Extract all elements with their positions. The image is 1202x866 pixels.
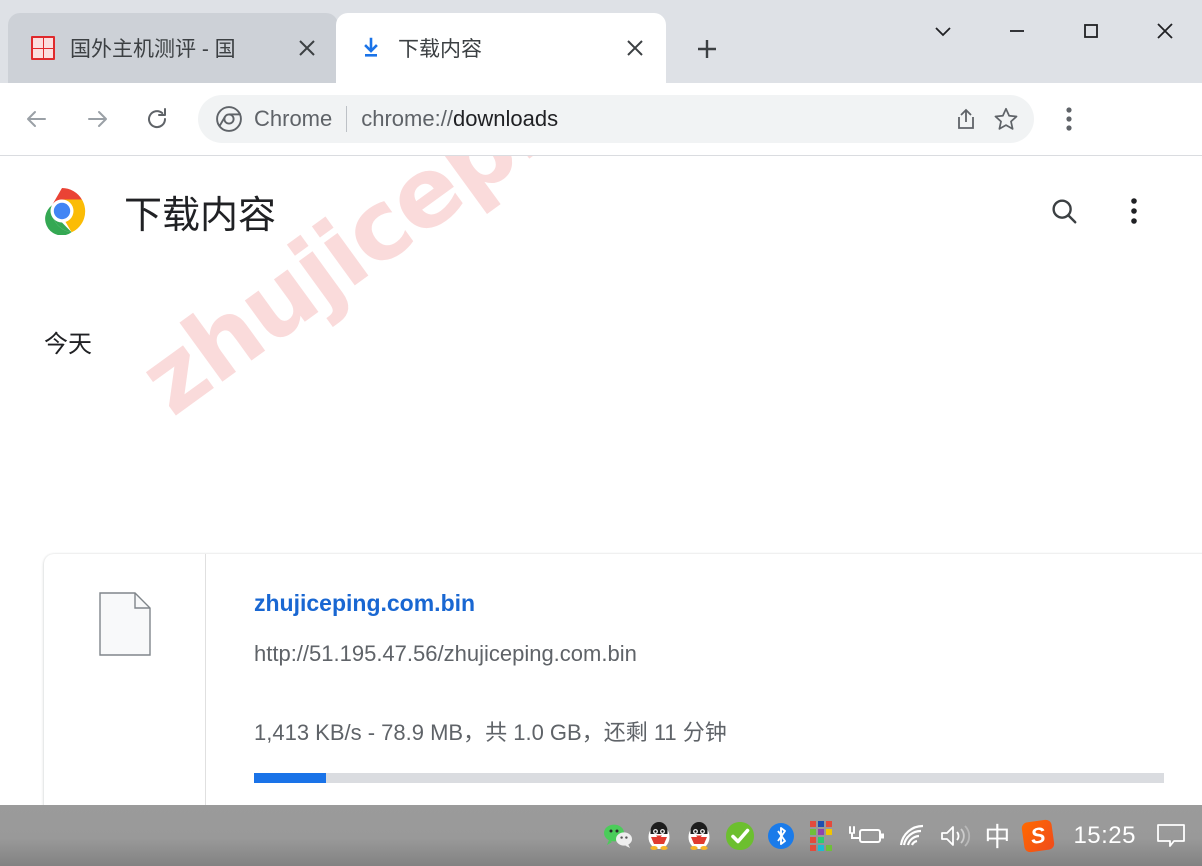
volume-tray-icon[interactable]: [933, 813, 977, 859]
site-favicon-red: [30, 35, 56, 61]
tab-strip: 国外主机测评 - 国 下载内容: [0, 0, 1202, 83]
close-button[interactable]: [1128, 0, 1202, 62]
download-status-text: 1,413 KB/s - 78.9 MB，共 1.0 GB，还剩 11 分钟: [254, 720, 727, 745]
download-item-card: zhujiceping.com.bin http://51.195.47.56/…: [44, 554, 1202, 805]
downloads-header-actions: [1020, 185, 1160, 237]
sogou-tray-icon[interactable]: S: [1017, 813, 1059, 859]
minimize-button[interactable]: [980, 0, 1054, 62]
tab-close-icon-site[interactable]: [290, 31, 324, 65]
page-title: 下载内容: [124, 194, 277, 237]
bluetooth-tray-icon[interactable]: [761, 813, 801, 859]
downloads-page: zhujiceping.com 下载内容: [0, 156, 1202, 805]
tab-close-icon-downloads[interactable]: [618, 31, 652, 65]
taskbar-clock[interactable]: 15:25: [1059, 813, 1150, 859]
forward-button[interactable]: [74, 96, 120, 142]
omnibox-url-path: downloads: [452, 106, 559, 131]
color-grid-tray-icon[interactable]: [801, 813, 841, 859]
browser-menu-button[interactable]: [1046, 96, 1092, 142]
address-bar[interactable]: Chrome chrome://downloads: [198, 95, 1034, 143]
download-filename-link[interactable]: zhujiceping.com.bin: [254, 590, 475, 617]
download-progress-fill: [254, 773, 326, 783]
tab-search-button[interactable]: [906, 0, 980, 62]
downloads-header: 下载内容: [0, 156, 1202, 266]
share-icon[interactable]: [946, 99, 986, 139]
omnibox-url: chrome://downloads: [361, 106, 946, 132]
tab-title-site: 国外主机测评 - 国: [70, 38, 236, 61]
browser-window: 国外主机测评 - 国 下载内容 Chrome chrome://download…: [0, 0, 1202, 866]
search-icon[interactable]: [1038, 185, 1090, 237]
more-vertical-icon[interactable]: [1108, 185, 1160, 237]
qq-tray-icon-1[interactable]: [639, 813, 679, 859]
tab-downloads[interactable]: 下载内容: [336, 13, 666, 83]
qq-tray-icon-2[interactable]: [679, 813, 719, 859]
tab-site[interactable]: 国外主机测评 - 国: [8, 13, 338, 83]
chrome-logo-icon: [216, 106, 242, 132]
download-details: zhujiceping.com.bin http://51.195.47.56/…: [206, 554, 1202, 805]
window-controls: [906, 0, 1202, 62]
new-tab-button[interactable]: [686, 28, 728, 70]
generic-file-icon: [98, 592, 151, 661]
ime-tray-icon[interactable]: 中: [977, 813, 1017, 859]
battery-charging-tray-icon[interactable]: [841, 813, 891, 859]
wechat-tray-icon[interactable]: [597, 813, 639, 859]
download-icon: [358, 35, 384, 61]
windows-taskbar: 中 S 15:25: [0, 805, 1202, 866]
download-file-icon-cell: [44, 554, 206, 805]
download-progress-bar: [254, 773, 1164, 783]
browser-toolbar: Chrome chrome://downloads: [0, 83, 1202, 156]
omnibox-chrome-label: Chrome: [254, 106, 333, 131]
omnibox-url-scheme: chrome://: [361, 106, 453, 131]
chrome-logo-icon-large: [38, 187, 86, 236]
wifi-tray-icon[interactable]: [891, 813, 933, 859]
maximize-button[interactable]: [1054, 0, 1128, 62]
date-group-label: 今天: [44, 331, 92, 358]
sogou-logo-label: S: [1021, 818, 1056, 853]
antivirus-check-tray-icon[interactable]: [719, 813, 761, 859]
tab-title-downloads: 下载内容: [398, 38, 482, 61]
notification-icon[interactable]: [1150, 813, 1192, 859]
back-button[interactable]: [14, 96, 60, 142]
omnibox-separator: [346, 106, 348, 132]
star-icon[interactable]: [986, 99, 1026, 139]
reload-button[interactable]: [134, 96, 180, 142]
download-source-url: http://51.195.47.56/zhujiceping.com.bin: [254, 641, 637, 666]
